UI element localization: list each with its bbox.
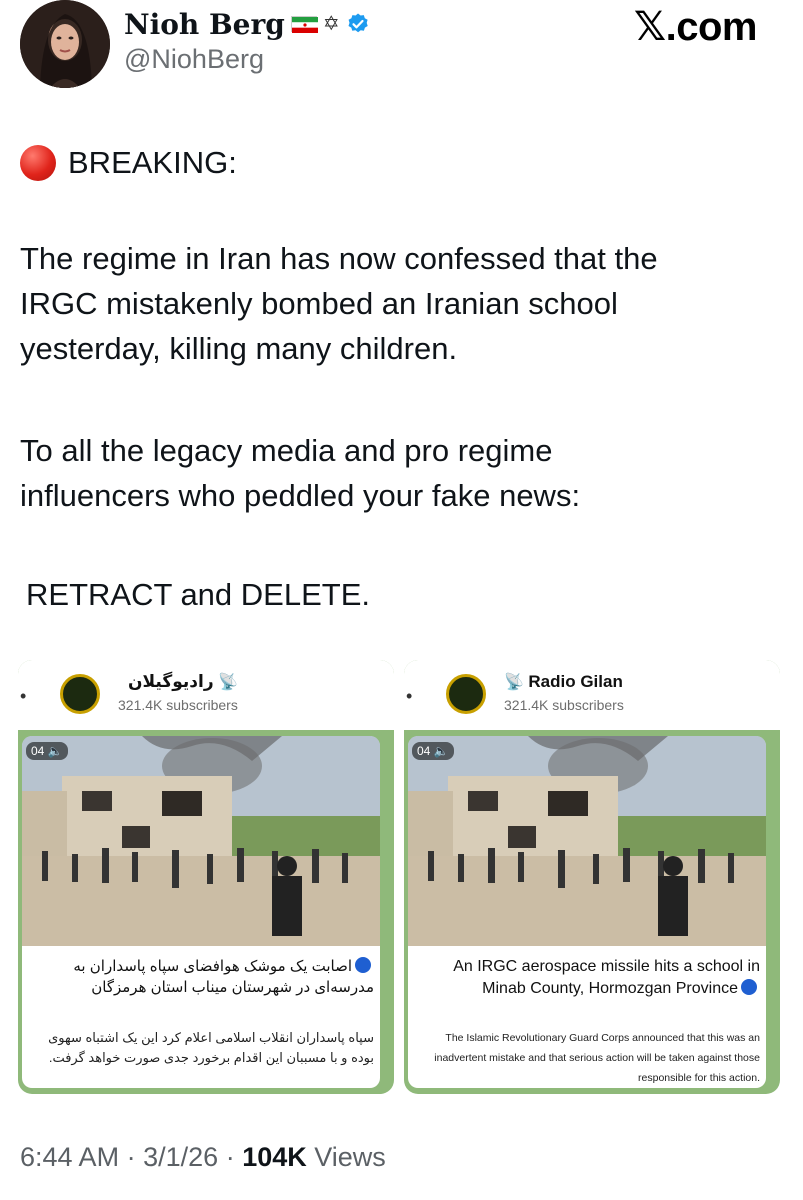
tweet-line: yesterday, killing many children. [20, 331, 458, 366]
iran-flag-icon [290, 16, 318, 33]
video-thumbnail: 04 🔈 [408, 736, 766, 946]
tweet-line: IRGC mistakenly bombed an Iranian school [20, 286, 618, 321]
channel-subscribers: 321.4K subscribers [504, 697, 624, 713]
telegram-message: 04 🔈 اصابت یک موشک هوافضای سپاه پاسداران… [22, 736, 380, 1088]
tweet-meta: 6:44 AM · 3/1/26 · 104K Views [20, 1142, 386, 1173]
tweet-time[interactable]: 6:44 AM [20, 1142, 119, 1172]
breaking-line: BREAKING: [20, 140, 790, 185]
channel-name: 📡 Radio Gilan [504, 672, 623, 692]
channel-name-text: راديوگيلان [128, 672, 214, 691]
caption-sub: The Islamic Revolutionary Guard Corps an… [434, 1032, 760, 1084]
channel-name-text: Radio Gilan [528, 672, 623, 691]
caption-main: An IRGC aerospace missile hits a school … [418, 956, 760, 1000]
tweet-line: The regime in Iran has now confessed tha… [20, 241, 658, 276]
blue-circle-icon [355, 957, 371, 973]
separator: · [225, 1142, 235, 1172]
tweet-paragraph-1: The regime in Iran has now confessed tha… [20, 236, 790, 371]
dot-marker: • [406, 686, 413, 706]
dot-marker: • [20, 686, 27, 706]
tweet-paragraph-3: RETRACT and DELETE. [26, 572, 796, 617]
tweet-paragraph-2: To all the legacy media and pro regime i… [20, 428, 790, 518]
verified-icon[interactable] [346, 12, 370, 36]
channel-header: • 📡 Radio Gilan 321.4K subscribers [404, 660, 780, 730]
channel-subscribers: 321.4K subscribers [118, 697, 238, 713]
duration-badge: 04 🔈 [412, 742, 454, 760]
video-thumbnail: 04 🔈 [22, 736, 380, 946]
star-of-david-icon: ✡ [322, 13, 340, 35]
avatar[interactable] [20, 0, 110, 88]
media-image-right[interactable]: • 📡 Radio Gilan 321.4K subscribers 04 🔈 … [404, 660, 780, 1094]
channel-logo [60, 674, 100, 714]
avatar-image [20, 0, 110, 88]
duration-badge: 04 🔈 [26, 742, 68, 760]
channel-header: • 📡 راديوگيلان 321.4K subscribers [18, 660, 394, 730]
tweet-header: Nioh Berg ✡ @NiohBerg 𝕏.com [0, 0, 803, 100]
telegram-message: 04 🔈 An IRGC aerospace missile hits a sc… [408, 736, 766, 1088]
caption-main: اصابت یک موشک هوافضای سپاه پاسداران به م… [32, 956, 374, 998]
tweet-line: RETRACT and DELETE. [26, 577, 370, 612]
caption-main-text: اصابت یک موشک هوافضای سپاه پاسداران به م… [73, 958, 374, 996]
views-label: Views [314, 1142, 386, 1172]
tweet-line: influencers who peddled your fake news: [20, 478, 581, 513]
author-name-row[interactable]: Nioh Berg ✡ [124, 6, 370, 42]
tweet-line: To all the legacy media and pro regime [20, 433, 553, 468]
author-display-name[interactable]: Nioh Berg [124, 8, 285, 41]
caption-main-text: An IRGC aerospace missile hits a school … [453, 958, 760, 997]
views-count[interactable]: 104K [242, 1142, 307, 1172]
channel-name: 📡 راديوگيلان [128, 672, 238, 692]
red-circle-icon [20, 144, 56, 181]
duration-text: 04 [417, 744, 431, 758]
broadcast-icon: 📡 [213, 674, 238, 691]
media-image-left[interactable]: • 📡 راديوگيلان 321.4K subscribers 04 🔈 ا… [18, 660, 394, 1094]
duration-text: 04 [31, 744, 45, 758]
blue-circle-icon [741, 979, 757, 995]
separator: · [126, 1142, 136, 1172]
channel-logo [446, 674, 486, 714]
author-handle[interactable]: @NiohBerg [124, 44, 264, 75]
tweet-date[interactable]: 3/1/26 [143, 1142, 218, 1172]
x-brand-logo: 𝕏.com [633, 5, 758, 49]
breaking-label: BREAKING: [68, 145, 237, 180]
broadcast-icon: 📡 [504, 674, 529, 691]
caption-sub: سپاه پاسداران انقلاب اسلامی اعلام کرد ای… [48, 1030, 374, 1065]
